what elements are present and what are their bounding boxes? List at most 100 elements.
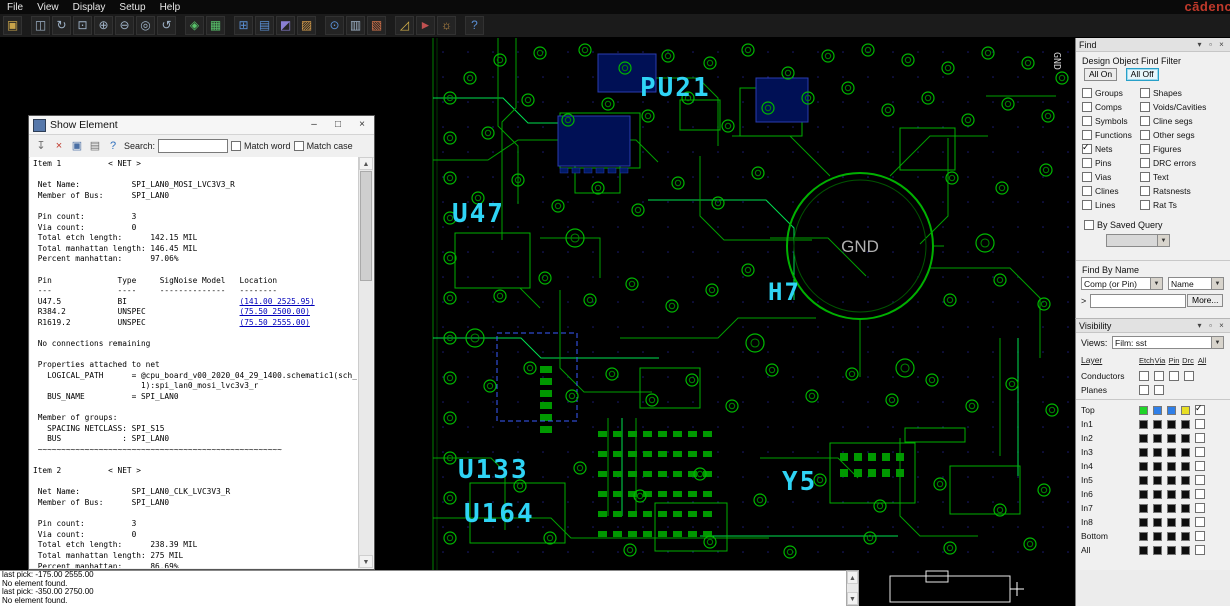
- refdes-label[interactable]: U47: [452, 199, 505, 229]
- refdes-label[interactable]: U164: [464, 499, 535, 529]
- layer-color-swatch[interactable]: [1167, 447, 1176, 457]
- search-input[interactable]: [158, 139, 229, 153]
- scroll-down-arrow[interactable]: ▼: [359, 555, 373, 568]
- pin-icon[interactable]: ▾: [1194, 40, 1205, 49]
- layer-color-swatch[interactable]: [1167, 461, 1176, 471]
- conductors-checkbox[interactable]: [1139, 371, 1149, 381]
- layer-color-swatch[interactable]: [1167, 517, 1176, 527]
- layer-color-swatch[interactable]: [1181, 419, 1190, 429]
- menu-help[interactable]: Help: [153, 2, 188, 13]
- close-icon[interactable]: ×: [1216, 40, 1227, 49]
- layer-color-swatch[interactable]: [1153, 433, 1162, 443]
- layer-header[interactable]: Layer: [1081, 355, 1139, 365]
- find-filter-checkbox[interactable]: [1140, 130, 1150, 140]
- find-filter-checkbox[interactable]: [1140, 144, 1150, 154]
- shell-icon[interactable]: ◈: [185, 16, 204, 35]
- layer-color-swatch[interactable]: [1167, 545, 1176, 555]
- layer-color-swatch[interactable]: [1153, 489, 1162, 499]
- flag-icon[interactable]: ►: [416, 16, 435, 35]
- visibility-column-header[interactable]: Drc: [1181, 356, 1195, 365]
- color-icon[interactable]: ▨: [297, 16, 316, 35]
- layer-color-swatch[interactable]: [1167, 433, 1176, 443]
- close-icon[interactable]: ×: [1216, 321, 1227, 330]
- layer-all-checkbox[interactable]: [1195, 531, 1205, 541]
- find-filter-checkbox[interactable]: [1140, 172, 1150, 182]
- layer-color-swatch[interactable]: [1167, 503, 1176, 513]
- frame-icon[interactable]: ◫: [31, 16, 50, 35]
- visibility-column-header[interactable]: Pin: [1167, 356, 1181, 365]
- console-scroll-up[interactable]: ▲: [847, 571, 858, 584]
- layer-color-swatch[interactable]: [1153, 517, 1162, 527]
- conductors-checkbox[interactable]: [1184, 371, 1194, 381]
- all-on-button[interactable]: All On: [1084, 68, 1118, 81]
- layer-color-swatch[interactable]: [1181, 503, 1190, 513]
- layer-color-swatch[interactable]: [1139, 419, 1148, 429]
- find-name-input[interactable]: [1090, 294, 1186, 308]
- match-word-checkbox[interactable]: [231, 141, 242, 151]
- visibility-column-header[interactable]: Via: [1153, 356, 1167, 365]
- find-filter-checkbox[interactable]: [1140, 102, 1150, 112]
- layer-color-swatch[interactable]: [1139, 405, 1148, 415]
- layer-all-checkbox[interactable]: [1195, 475, 1205, 485]
- layer-color-swatch[interactable]: [1153, 419, 1162, 429]
- info-icon[interactable]: ⊙: [325, 16, 344, 35]
- planes-checkbox[interactable]: [1139, 385, 1149, 395]
- conductors-checkbox[interactable]: [1169, 371, 1179, 381]
- layer-color-swatch[interactable]: [1181, 475, 1190, 485]
- by-saved-query-checkbox[interactable]: [1084, 220, 1094, 230]
- float-icon[interactable]: ▫: [1205, 321, 1216, 330]
- layer-all-checkbox[interactable]: [1195, 517, 1205, 527]
- console-scroll-down[interactable]: ▼: [847, 592, 858, 605]
- scroll-thumb[interactable]: [360, 171, 372, 281]
- layer-color-swatch[interactable]: [1139, 517, 1148, 527]
- delete-icon[interactable]: ×: [51, 138, 67, 154]
- grid-icon[interactable]: ⊞: [234, 16, 253, 35]
- find-filter-checkbox[interactable]: [1140, 186, 1150, 196]
- layer-color-swatch[interactable]: [1153, 447, 1162, 457]
- zoom-points-icon[interactable]: ◎: [136, 16, 155, 35]
- find-filter-checkbox[interactable]: [1082, 88, 1092, 98]
- pin-icon[interactable]: ↧: [33, 138, 49, 154]
- print-icon[interactable]: ▤: [87, 138, 103, 154]
- match-case-checkbox[interactable]: [293, 141, 304, 151]
- find-filter-checkbox[interactable]: [1082, 130, 1092, 140]
- properties-icon[interactable]: ▥: [346, 16, 365, 35]
- layer-color-swatch[interactable]: [1167, 475, 1176, 485]
- menu-display[interactable]: Display: [66, 2, 113, 13]
- zoom-previous-icon[interactable]: ↺: [157, 16, 176, 35]
- shadow-mode-icon[interactable]: ◩: [276, 16, 295, 35]
- find-filter-checkbox[interactable]: [1140, 200, 1150, 210]
- board-icon[interactable]: ▦: [206, 16, 225, 35]
- layer-color-swatch[interactable]: [1181, 433, 1190, 443]
- layer-color-swatch[interactable]: [1167, 531, 1176, 541]
- layer-color-swatch[interactable]: [1139, 503, 1148, 513]
- layer-color-swatch[interactable]: [1139, 475, 1148, 485]
- layer-color-swatch[interactable]: [1167, 489, 1176, 499]
- menu-file[interactable]: File: [0, 2, 30, 13]
- layer-color-swatch[interactable]: [1167, 405, 1176, 415]
- layer-color-swatch[interactable]: [1139, 433, 1148, 443]
- pin-icon[interactable]: ▾: [1194, 321, 1205, 330]
- close-button[interactable]: ×: [350, 116, 374, 134]
- console-scrollbar[interactable]: ▲ ▼: [846, 570, 859, 606]
- layer-all-checkbox[interactable]: [1195, 447, 1205, 457]
- find-filter-checkbox[interactable]: [1140, 116, 1150, 126]
- all-off-button[interactable]: All Off: [1125, 68, 1159, 81]
- layer-color-swatch[interactable]: [1181, 489, 1190, 499]
- minimap[interactable]: [866, 570, 1075, 606]
- location-link[interactable]: (75.50 2500.00): [240, 307, 310, 316]
- minimize-button[interactable]: –: [302, 116, 326, 134]
- layer-color-swatch[interactable]: [1153, 461, 1162, 471]
- gear-icon[interactable]: ☼: [437, 16, 456, 35]
- layer-color-swatch[interactable]: [1139, 447, 1148, 457]
- help-icon[interactable]: ?: [105, 138, 121, 154]
- layer-color-swatch[interactable]: [1153, 475, 1162, 485]
- layer-color-swatch[interactable]: [1181, 447, 1190, 457]
- dialog-scrollbar[interactable]: ▲ ▼: [358, 157, 373, 568]
- layer-all-checkbox[interactable]: [1195, 433, 1205, 443]
- menu-setup[interactable]: Setup: [112, 2, 152, 13]
- float-icon[interactable]: ▫: [1205, 40, 1216, 49]
- scroll-up-arrow[interactable]: ▲: [359, 157, 373, 170]
- layer-color-swatch[interactable]: [1181, 517, 1190, 527]
- layer-color-swatch[interactable]: [1153, 405, 1162, 415]
